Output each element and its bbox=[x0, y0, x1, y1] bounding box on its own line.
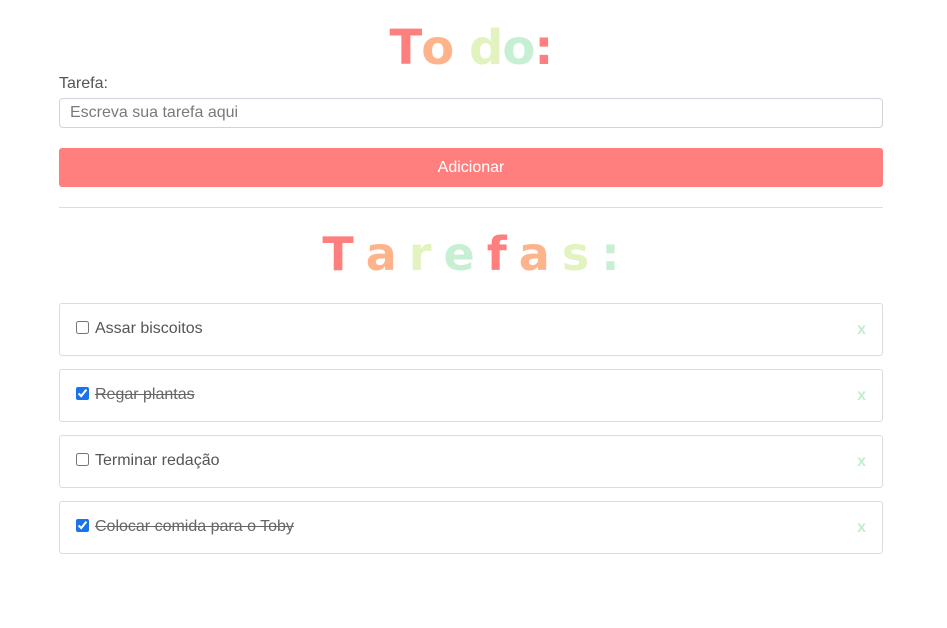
task-label: Tarefa: bbox=[59, 75, 108, 92]
title-letter: o bbox=[502, 20, 535, 76]
tasks-title-letter: s bbox=[561, 227, 590, 281]
tasks-title-letter: a bbox=[518, 227, 550, 281]
page-title: To do: bbox=[59, 20, 883, 76]
title-letter: o bbox=[421, 20, 454, 76]
divider bbox=[59, 207, 883, 208]
title-letter: : bbox=[534, 20, 553, 76]
tasks-title-letter: : bbox=[601, 227, 620, 281]
task-item: Regar plantas x bbox=[59, 369, 883, 422]
task-text: Regar plantas bbox=[95, 386, 195, 403]
title-letter bbox=[453, 20, 469, 76]
task-checkbox[interactable] bbox=[76, 453, 89, 466]
task-input[interactable] bbox=[59, 98, 883, 128]
remove-task-button[interactable]: x bbox=[857, 452, 866, 472]
remove-task-button[interactable]: x bbox=[857, 386, 866, 406]
task-item: Terminar redação x bbox=[59, 435, 883, 488]
remove-task-button[interactable]: x bbox=[857, 320, 866, 340]
task-checkbox[interactable] bbox=[76, 387, 89, 400]
tasks-title-letter: a bbox=[365, 227, 397, 281]
title-letter: T bbox=[389, 20, 423, 76]
task-checkbox[interactable] bbox=[76, 519, 89, 532]
task-item: Colocar comida para o Toby x bbox=[59, 501, 883, 554]
task-list: Assar biscoitos x Regar plantas x Terminar r… bbox=[59, 303, 883, 567]
task-checkbox[interactable] bbox=[76, 321, 89, 334]
tasks-title-letter: e bbox=[443, 227, 475, 281]
tasks-title-letter: T bbox=[322, 227, 354, 281]
task-item: Assar biscoitos x bbox=[59, 303, 883, 356]
task-text: Assar biscoitos bbox=[95, 320, 203, 337]
tasks-title-letter: r bbox=[408, 227, 432, 281]
add-button[interactable]: Adicionar bbox=[59, 148, 883, 187]
title-letter: d bbox=[468, 20, 503, 76]
tasks-title-letter: f bbox=[486, 227, 507, 281]
task-text: Colocar comida para o Toby bbox=[95, 518, 294, 535]
task-text: Terminar redação bbox=[95, 452, 220, 469]
tasks-title: Tarefas: bbox=[59, 226, 883, 282]
remove-task-button[interactable]: x bbox=[857, 518, 866, 538]
